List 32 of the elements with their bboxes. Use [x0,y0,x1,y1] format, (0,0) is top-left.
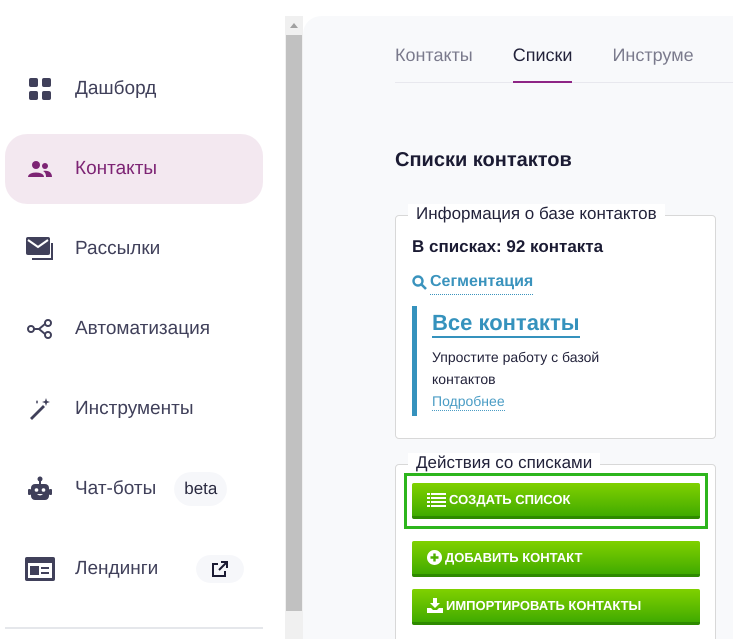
sidebar-item[interactable]: Рассылки [5,214,263,284]
sidebar-item[interactable]: Автоматизация [5,294,263,364]
robot-icon [28,476,52,502]
list-icon [427,492,446,506]
magic-wand-icon [29,398,51,420]
search-icon [412,274,427,290]
scroll-thumb[interactable] [286,35,302,611]
tab[interactable]: Списки [512,42,572,83]
people-icon [28,160,52,178]
panel-legend: Информация о базе контактов [408,204,665,224]
page-heading: Списки контактов [395,148,573,173]
sidebar-item[interactable]: Лендинги [5,534,263,604]
scrollbar[interactable] [285,16,303,639]
sidebar-item[interactable]: Чат-боты beta [5,454,263,524]
panel-legend: Действия со списками [408,453,600,473]
all-contacts-link[interactable]: Все контакты [432,310,580,338]
sidebar-item[interactable]: Инструменты [5,374,263,444]
sidebar-item[interactable]: Контакты [5,134,263,204]
envelope-icon [26,237,54,261]
download-icon [427,598,443,613]
callout-text: Упростите работу с базой контактов [432,348,600,388]
scroll-up-icon[interactable] [290,23,298,28]
plus-circle-icon [427,550,442,565]
tab[interactable]: Контакты [395,42,473,83]
sidebar-item[interactable]: Дашборд [5,54,263,124]
grid-icon [29,78,51,100]
external-link-icon[interactable] [196,555,244,583]
nodes-icon [27,319,53,339]
beta-badge: beta [174,472,228,506]
contact-count: В списках: 92 контакта [412,236,604,258]
tab[interactable]: Инструме [612,42,694,83]
landing-page-icon [25,557,55,581]
